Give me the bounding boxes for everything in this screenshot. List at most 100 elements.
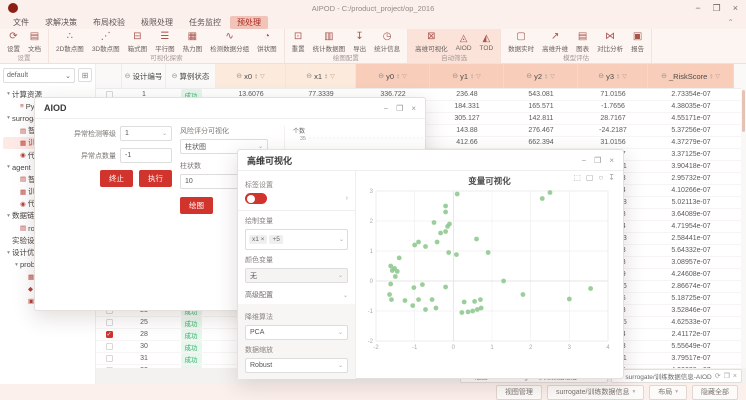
- dialog-maximize-icon[interactable]: ❐: [396, 104, 403, 113]
- filter-icon[interactable]: ▽: [330, 73, 335, 80]
- filter-icon[interactable]: ▽: [715, 73, 720, 80]
- collapse-circle-icon[interactable]: ⊖: [236, 72, 242, 80]
- ribbon-button-高维可视化[interactable]: ⊠高维可视化: [411, 31, 452, 53]
- dialog-close-icon[interactable]: ×: [411, 104, 416, 113]
- menu-item-求解决策[interactable]: 求解决策: [38, 16, 84, 29]
- sort-arrows-icon[interactable]: ▲▼: [709, 73, 713, 80]
- profile-select[interactable]: default ⌄: [3, 68, 75, 83]
- collapse-circle-icon[interactable]: ⊖: [378, 72, 384, 80]
- menu-item-极限处理[interactable]: 极限处理: [134, 16, 180, 29]
- bins-input[interactable]: 10: [180, 174, 240, 189]
- row-checkbox[interactable]: [106, 355, 113, 362]
- row-checkbox[interactable]: [106, 319, 113, 326]
- column-header-_RiskScore[interactable]: ⊖_RiskScore▲▼▽: [648, 64, 734, 88]
- run-button[interactable]: 执行: [139, 170, 172, 187]
- sort-arrows-icon[interactable]: ▲▼: [616, 73, 620, 80]
- ribbon-button-统计数据图[interactable]: ▥统计数据图: [309, 31, 350, 53]
- dialog-minimize-icon[interactable]: −: [581, 156, 586, 165]
- plot-variables-select[interactable]: x1 × +5 ⌄: [245, 229, 348, 250]
- labels-toggle[interactable]: [245, 193, 267, 204]
- column-header-算例状态[interactable]: ⊖算例状态: [166, 64, 216, 88]
- maximize-button[interactable]: ❐: [713, 4, 721, 13]
- vertical-scrollbar[interactable]: [741, 88, 746, 369]
- ribbon-collapse-icon[interactable]: ⌃: [727, 18, 734, 27]
- column-header-y3[interactable]: ⊖y3▲▼▽: [578, 64, 648, 88]
- ribbon-button-对比分析[interactable]: ⋈对比分析: [593, 31, 627, 53]
- sort-arrows-icon[interactable]: ▲▼: [254, 73, 258, 80]
- ribbon-button-高维升维[interactable]: ↗高维升维: [538, 31, 572, 53]
- ribbon-button-箱式图[interactable]: ⊟箱式图: [124, 31, 152, 53]
- ribbon-button-设置[interactable]: ⟳设置: [3, 31, 24, 53]
- chevron-down-icon[interactable]: ⌄: [343, 292, 348, 299]
- row-checkbox[interactable]: ✓: [106, 331, 113, 338]
- column-header-y1[interactable]: ⊖y1▲▼▽: [430, 64, 504, 88]
- collapse-circle-icon[interactable]: ⊖: [452, 72, 458, 80]
- ribbon-button-2D散点图[interactable]: ∴2D散点图: [52, 31, 88, 53]
- column-header-设计编号[interactable]: ⊖设计编号: [122, 64, 166, 88]
- sort-arrows-icon[interactable]: ▲▼: [470, 73, 474, 80]
- statusbar-button-surrogate/训练数据信息[interactable]: surrogate/训练数据信息▾: [547, 385, 644, 400]
- filter-icon[interactable]: ▽: [476, 73, 481, 80]
- ribbon-button-TOD[interactable]: ◭TOD: [476, 33, 498, 52]
- ribbon-button-平行图[interactable]: ☰平行图: [151, 31, 179, 53]
- statusbar-button-布局[interactable]: 布局▾: [649, 385, 687, 400]
- plot-button[interactable]: 绘图: [180, 197, 213, 214]
- ribbon-button-文档[interactable]: ▤文档: [24, 31, 45, 53]
- filter-icon[interactable]: ▽: [622, 73, 627, 80]
- color-variable-select[interactable]: 无⌄: [245, 268, 348, 283]
- ribbon-button-饼状图[interactable]: ◔饼状图: [253, 31, 281, 53]
- dialog-close-icon[interactable]: ×: [609, 156, 614, 165]
- close-icon[interactable]: ×: [733, 373, 737, 380]
- ribbon-button-热力图[interactable]: ▦热力图: [179, 31, 207, 53]
- refresh-icon[interactable]: ⟳: [715, 372, 721, 380]
- collapse-circle-icon[interactable]: ⊖: [125, 72, 131, 80]
- menu-item-预处理[interactable]: 预处理: [230, 16, 268, 29]
- close-button[interactable]: ×: [733, 4, 738, 13]
- minimize-button[interactable]: −: [695, 4, 700, 13]
- dialog-minimize-icon[interactable]: −: [383, 104, 388, 113]
- ribbon-button-检测数据分组[interactable]: ∿检测数据分组: [206, 31, 253, 53]
- window-tab[interactable]: ◪surrogate/训练数据信息-AIOD⟳❐×: [611, 369, 742, 383]
- menu-item-文件[interactable]: 文件: [6, 16, 36, 29]
- chevron-right-icon[interactable]: ›: [346, 195, 348, 202]
- statusbar-button-隐藏全部[interactable]: 隐藏全部: [692, 385, 738, 400]
- statusbar-button-视图管理[interactable]: 视图管理: [496, 385, 542, 400]
- collapse-circle-icon[interactable]: ⊖: [306, 72, 312, 80]
- stop-button[interactable]: 终止: [100, 170, 133, 187]
- sort-arrows-icon[interactable]: ▲▼: [396, 73, 400, 80]
- ribbon-button-导出[interactable]: ↧导出: [349, 31, 370, 53]
- zoom-box-icon[interactable]: ▢: [586, 173, 594, 182]
- dialog-maximize-icon[interactable]: ❐: [594, 156, 601, 165]
- variable-tag[interactable]: x1 ×: [249, 235, 267, 244]
- ribbon-button-AIOD[interactable]: ◬AIOD: [452, 33, 476, 52]
- sort-arrows-icon[interactable]: ▲▼: [544, 73, 548, 80]
- layout-grid-icon[interactable]: ⊞: [78, 68, 92, 82]
- ribbon-button-图表[interactable]: ▤图表: [572, 31, 593, 53]
- menu-item-任务监控[interactable]: 任务监控: [182, 16, 228, 29]
- download-icon[interactable]: ↧: [608, 173, 615, 182]
- collapse-circle-icon[interactable]: ⊖: [661, 72, 667, 80]
- column-header-x0[interactable]: ⊖x0▲▼▽: [216, 64, 286, 88]
- column-header-x1[interactable]: ⊖x1▲▼▽: [286, 64, 356, 88]
- anomaly-level-select[interactable]: 1⌄: [120, 126, 172, 141]
- anomaly-count-input[interactable]: -1: [120, 148, 172, 163]
- dr-method-select[interactable]: PCA⌄: [245, 325, 348, 340]
- ribbon-button-重置[interactable]: ⊡重置: [288, 31, 309, 53]
- filter-icon[interactable]: ▽: [402, 73, 407, 80]
- filter-icon[interactable]: ▽: [260, 73, 265, 80]
- lasso-icon[interactable]: ○: [598, 173, 603, 182]
- column-header-y2[interactable]: ⊖y2▲▼▽: [504, 64, 578, 88]
- collapse-circle-icon[interactable]: ⊖: [172, 72, 178, 80]
- menu-item-布局校验[interactable]: 布局校验: [86, 16, 132, 29]
- collapse-circle-icon[interactable]: ⊖: [598, 72, 604, 80]
- data-scaling-select[interactable]: Robust⌄: [245, 358, 348, 373]
- crop-icon[interactable]: ⬚: [573, 173, 581, 182]
- ribbon-button-统计信息[interactable]: ◷统计信息: [370, 31, 404, 53]
- ribbon-button-3D散点图[interactable]: ⋰3D散点图: [88, 31, 124, 53]
- hdv-dialog-titlebar[interactable]: 高维可视化 − ❐ ×: [238, 150, 623, 171]
- row-checkbox[interactable]: [106, 343, 113, 350]
- ribbon-button-数据实时[interactable]: ▢数据实时: [504, 31, 538, 53]
- column-header-y0[interactable]: ⊖y0▲▼▽: [356, 64, 430, 88]
- collapse-circle-icon[interactable]: ⊖: [526, 72, 532, 80]
- filter-icon[interactable]: ▽: [550, 73, 555, 80]
